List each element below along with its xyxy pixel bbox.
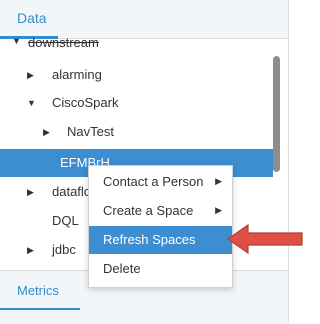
menu-item-delete[interactable]: Delete — [89, 255, 232, 283]
submenu-arrow-icon: ▶ — [215, 176, 222, 186]
tree-scrollbar[interactable] — [273, 56, 280, 172]
navtest-collapsed-icon[interactable]: ▶ — [43, 126, 53, 138]
tree-item-jdbc[interactable]: jdbc — [52, 242, 76, 257]
downstream-expanded-icon[interactable]: ▼ — [12, 36, 21, 46]
tree-item-alarming[interactable]: alarming — [52, 67, 102, 82]
tree-item-ciscospark[interactable]: CiscoSpark — [52, 95, 118, 110]
dataflow-collapsed-icon[interactable]: ▶ — [27, 186, 37, 198]
panel-right-border — [288, 0, 289, 323]
data-tab[interactable]: Data — [0, 0, 288, 39]
menu-item-refresh-spaces[interactable]: Refresh Spaces — [89, 226, 232, 254]
menu-item-label: Refresh Spaces — [103, 232, 196, 247]
tree-row-alarming[interactable]: ▶ alarming — [0, 61, 270, 89]
tree-item-navtest[interactable]: NavTest — [67, 124, 114, 139]
menu-item-label: Delete — [103, 261, 141, 276]
jdbc-collapsed-icon[interactable]: ▶ — [27, 244, 37, 256]
alarming-collapsed-icon[interactable]: ▶ — [27, 69, 37, 81]
tree-item-dql[interactable]: DQL — [52, 213, 79, 228]
menu-item-label: Create a Space — [103, 203, 194, 218]
tree-item-downstream[interactable]: downstream — [28, 35, 99, 50]
metrics-tab-label: Metrics — [17, 283, 59, 298]
ciscospark-expanded-icon[interactable]: ▼ — [27, 97, 37, 109]
submenu-arrow-icon: ▶ — [215, 205, 222, 215]
menu-item-label: Contact a Person — [103, 174, 204, 189]
data-tab-label: Data — [17, 10, 47, 26]
metrics-tab-underline — [0, 308, 80, 310]
tree-row-ciscospark[interactable]: ▼ CiscoSpark — [0, 89, 270, 117]
menu-item-contact-person[interactable]: Contact a Person ▶ — [89, 168, 232, 196]
context-menu: Contact a Person ▶ Create a Space ▶ Refr… — [88, 165, 233, 288]
tree-row-navtest[interactable]: ▶ NavTest — [0, 118, 270, 146]
menu-item-create-space[interactable]: Create a Space ▶ — [89, 197, 232, 225]
red-pointer-arrow-icon — [226, 223, 303, 255]
